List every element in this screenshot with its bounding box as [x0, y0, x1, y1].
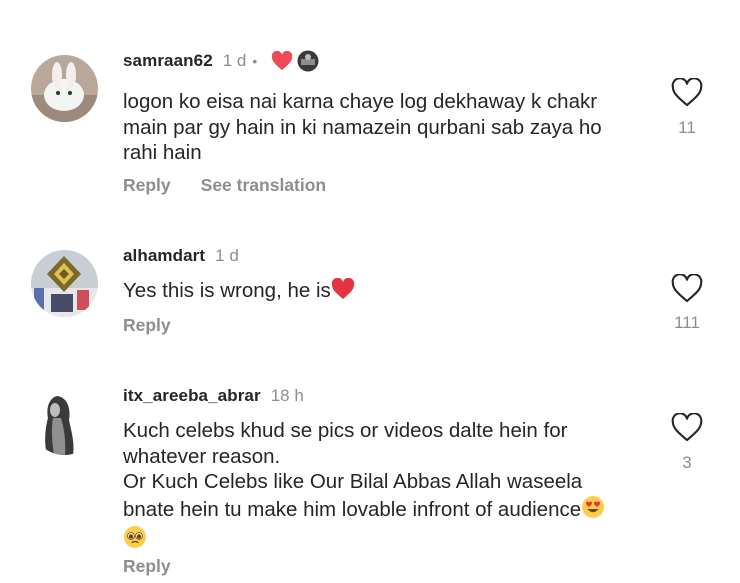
timestamp: 18 h	[270, 386, 304, 405]
comment-actions: Reply See translation	[123, 173, 326, 197]
username[interactable]: samraan62	[123, 51, 213, 71]
heart-outline-icon[interactable]	[671, 413, 703, 442]
comment-text: Yes this is wrong, he is	[123, 277, 653, 307]
like-count: 111	[674, 313, 700, 332]
smiling-face-with-heart-eyes-emoji	[581, 495, 605, 526]
separator-dot: •	[252, 53, 258, 69]
red-heart-icon	[271, 51, 293, 71]
like-button[interactable]	[670, 413, 704, 442]
see-translation-button[interactable]: See translation	[201, 175, 326, 196]
creator-avatar-icon	[297, 50, 319, 72]
heart-outline-icon[interactable]	[671, 78, 703, 107]
heart-outline-icon[interactable]	[671, 274, 703, 303]
pleading-face-emoji	[123, 525, 147, 556]
timestamp: 1 d	[215, 246, 239, 265]
avatar[interactable]	[31, 55, 98, 122]
like-button[interactable]	[670, 78, 704, 107]
comment-meta: alhamdart 1 d	[123, 245, 239, 267]
avatar[interactable]	[31, 250, 98, 317]
comment-actions: Reply	[123, 313, 171, 337]
reply-button[interactable]: Reply	[123, 175, 171, 196]
red-heart-emoji	[331, 277, 355, 307]
username[interactable]: itx_areeba_abrar	[123, 386, 261, 406]
comment-meta: itx_areeba_abrar 18 h	[123, 385, 304, 407]
comment-text: logon ko eisa nai karna chaye log dekhaw…	[123, 90, 602, 164]
reply-button[interactable]: Reply	[123, 315, 171, 336]
reply-button[interactable]: Reply	[123, 556, 171, 577]
like-count: 3	[682, 453, 692, 472]
timestamp: 1 d	[222, 51, 247, 70]
avatar[interactable]	[31, 388, 98, 455]
comment-actions: Reply	[123, 554, 171, 578]
like-count: 11	[678, 118, 696, 137]
comment-meta: samraan62 1 d •	[123, 50, 319, 72]
like-button[interactable]	[670, 274, 704, 303]
comment-text: Kuch celebs khud se pics or videos dalte…	[123, 418, 653, 556]
username[interactable]: alhamdart	[123, 246, 205, 266]
